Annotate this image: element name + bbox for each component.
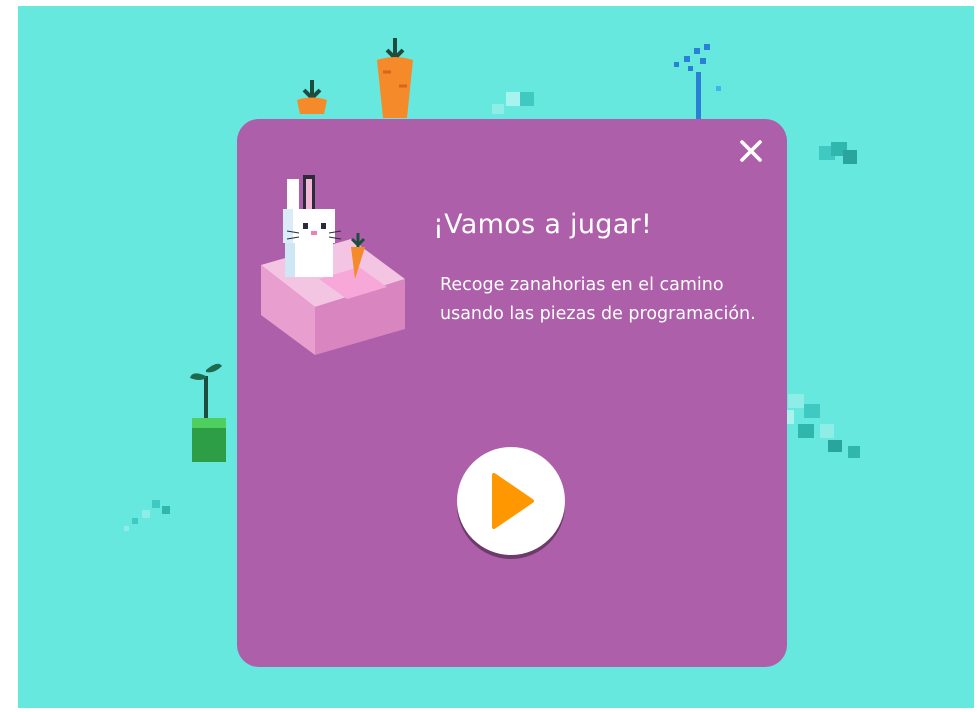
bunny-illustration (261, 175, 405, 355)
close-icon (740, 140, 762, 162)
play-button[interactable] (457, 447, 565, 555)
game-scene: ¡Vamos a jugar! Recoge zanahorias en el … (18, 6, 974, 708)
carrot-decoration (297, 80, 327, 114)
sprout-decoration (190, 363, 226, 462)
dialog-title: ¡Vamos a jugar! (433, 209, 653, 240)
block-decoration (492, 92, 534, 114)
intro-dialog: ¡Vamos a jugar! Recoge zanahorias en el … (237, 119, 787, 667)
carrot-decoration (377, 38, 413, 118)
cloud-decoration (819, 142, 857, 164)
play-icon (492, 473, 534, 529)
close-button[interactable] (737, 137, 765, 165)
block-decoration (124, 500, 170, 531)
fountain-decoration (674, 44, 721, 122)
dialog-description: Recoge zanahorias en el camino usando la… (440, 275, 756, 324)
